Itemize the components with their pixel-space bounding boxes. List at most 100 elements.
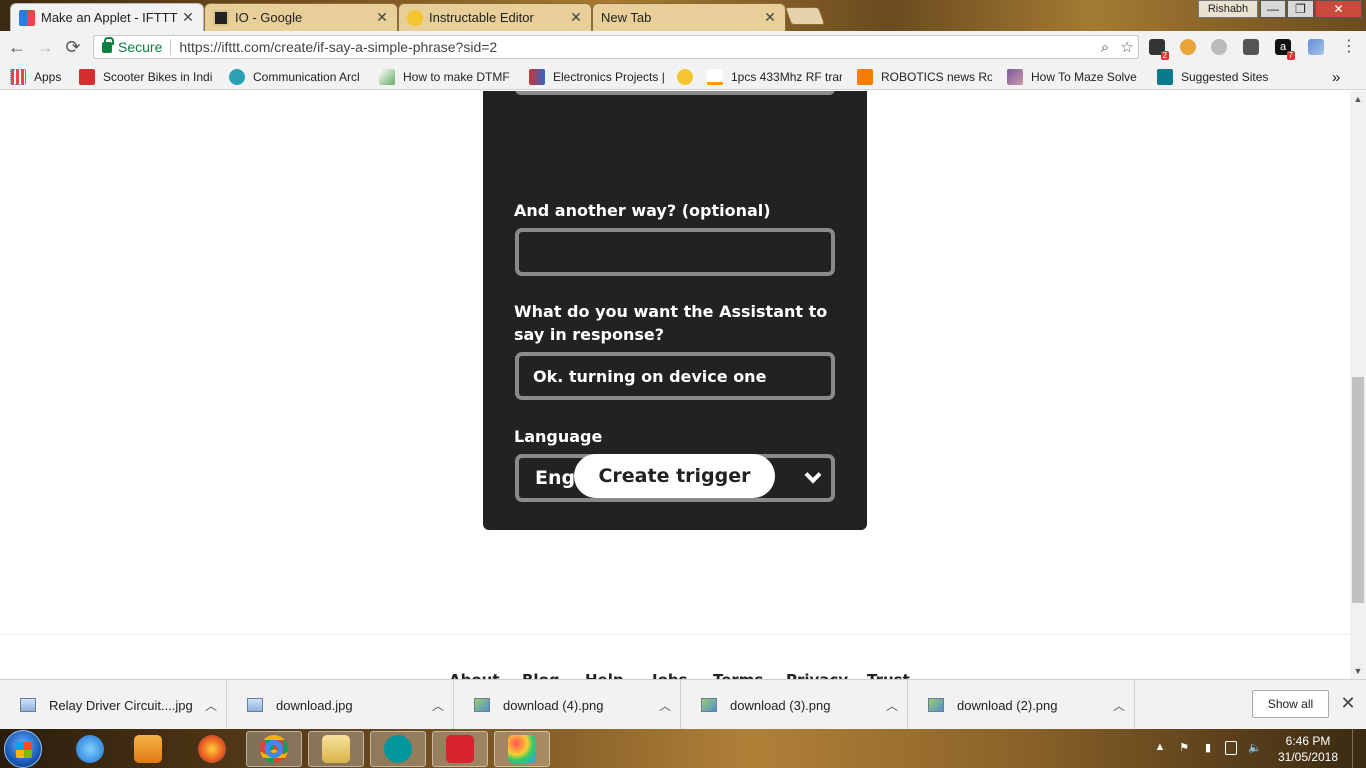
bookmark-suggested-sites[interactable]: Suggested Sites — [1157, 68, 1282, 86]
alt-phrase-label: And another way? (optional) — [514, 201, 771, 220]
extension-orange-icon[interactable] — [1180, 39, 1196, 55]
taskbar-paint[interactable] — [494, 731, 550, 767]
bookmark-label: Suggested Sites — [1181, 70, 1269, 84]
alt-phrase-input[interactable] — [515, 228, 835, 276]
new-tab-button[interactable] — [784, 7, 826, 25]
tab-title: Instructable Editor — [429, 10, 534, 25]
bookmark-scooter-bikes[interactable]: Scooter Bikes in Indi — [79, 68, 214, 86]
chevron-up-icon[interactable]: ︿ — [196, 697, 226, 714]
chevron-up-icon[interactable]: ︿ — [1104, 697, 1134, 714]
footer-link-privacy[interactable]: Privacy — [786, 671, 848, 679]
window-close-button[interactable]: ✕ — [1315, 0, 1362, 18]
bookmark-favicon-icon — [1007, 69, 1023, 85]
chevron-up-icon[interactable]: ︿ — [423, 697, 453, 714]
lock-icon — [102, 36, 114, 53]
back-arrow-icon[interactable]: ← — [6, 36, 28, 58]
zoom-icon[interactable]: ⌕ — [1094, 39, 1116, 56]
tab-close-icon[interactable]: ✕ — [181, 9, 195, 26]
bookmark-maze-solve[interactable]: How To Maze Solve — [1007, 68, 1142, 86]
scroll-down-icon[interactable]: ▼ — [1350, 663, 1366, 679]
start-button[interactable] — [4, 730, 42, 768]
close-icon[interactable]: ✕ — [1338, 693, 1358, 714]
page-scrollbar[interactable]: ▲ ▼ — [1350, 91, 1366, 679]
taskbar-firefox[interactable] — [184, 731, 240, 767]
show-all-button[interactable]: Show all — [1252, 690, 1329, 718]
puzzle-extension-icon[interactable] — [1243, 39, 1259, 55]
action-center-flag-icon[interactable]: ⚑ — [1177, 741, 1191, 755]
footer-link-terms[interactable]: Terms — [713, 671, 763, 679]
profile-button[interactable]: Rishabh — [1198, 0, 1258, 18]
reload-icon[interactable]: ⟳ — [62, 36, 84, 58]
bookmark-label: Communication Arcl — [253, 70, 360, 84]
extension-icon[interactable]: 2 — [1149, 39, 1169, 60]
tab-close-icon[interactable]: ✕ — [375, 9, 389, 26]
instructables-robot-icon — [407, 9, 423, 26]
blogger-icon — [857, 69, 873, 85]
taskbar-media-player[interactable] — [120, 731, 176, 767]
taskbar-app-red[interactable] — [432, 731, 488, 767]
tab-make-an-applet[interactable]: Make an Applet - IFTTT ✕ — [10, 3, 204, 31]
taskbar-arduino[interactable] — [370, 731, 426, 767]
download-filename: download.jpg — [276, 697, 353, 713]
bookmarks-overflow-icon[interactable]: » — [1332, 68, 1348, 86]
forward-arrow-icon[interactable]: → — [34, 36, 56, 58]
footer-link-blog[interactable]: Blog — [522, 671, 560, 679]
bookmark-dtmf[interactable]: How to make DTMF — [379, 68, 514, 86]
volume-icon[interactable]: 🔈 — [1248, 741, 1262, 755]
download-item[interactable]: download.jpg ︿ — [227, 680, 454, 730]
extension-blue-icon[interactable] — [1308, 39, 1324, 55]
bing-icon — [1157, 69, 1173, 85]
taskbar-chrome[interactable] — [246, 731, 302, 767]
system-clock[interactable]: 6:46 PM 31/05/2018 — [1272, 733, 1344, 765]
bookmark-communication[interactable]: Communication Arcl — [229, 68, 364, 86]
download-item[interactable]: Relay Driver Circuit....jpg ︿ — [0, 680, 227, 730]
previous-phrase-input[interactable] — [515, 91, 835, 95]
show-hidden-icons[interactable]: ▲ — [1153, 741, 1167, 755]
response-input[interactable]: Ok. turning on device one — [515, 352, 835, 400]
ifttt-favicon-icon — [19, 9, 35, 26]
download-item[interactable]: download (4).png ︿ — [454, 680, 681, 730]
download-item[interactable]: download (3).png ︿ — [681, 680, 908, 730]
maximize-button[interactable]: ❐ — [1287, 0, 1314, 18]
bookmark-label: Apps — [34, 70, 62, 84]
image-file-icon — [474, 698, 490, 712]
battery-icon[interactable] — [1225, 741, 1237, 755]
tab-close-icon[interactable]: ✕ — [569, 9, 583, 26]
bookmark-robotics-news[interactable]: ROBOTICS news Rob — [857, 68, 992, 86]
chrome-menu-icon[interactable]: ⋮ — [1338, 36, 1360, 58]
url-text[interactable]: https://ifttt.com/create/if-say-a-simple… — [179, 39, 1094, 55]
bookmark-apps[interactable]: Apps — [10, 68, 70, 86]
minimize-button[interactable]: — — [1260, 0, 1286, 18]
amazon-extension-icon[interactable]: a 7 — [1275, 39, 1295, 60]
chevron-up-icon[interactable]: ︿ — [877, 697, 907, 714]
footer-link-help[interactable]: Help — [585, 671, 624, 679]
chevron-up-icon[interactable]: ︿ — [650, 697, 680, 714]
show-desktop-button[interactable] — [1352, 729, 1366, 768]
tab-instructable-editor[interactable]: Instructable Editor ✕ — [398, 3, 592, 31]
tab-new-tab[interactable]: New Tab ✕ — [592, 3, 786, 31]
bookmark-instructables[interactable] — [677, 68, 701, 86]
arduino-icon — [384, 735, 412, 763]
tab-io-google[interactable]: IO - Google ✕ — [204, 3, 398, 31]
scroll-up-icon[interactable]: ▲ — [1350, 91, 1366, 107]
taskbar-explorer[interactable] — [308, 731, 364, 767]
address-bar[interactable]: Secure https://ifttt.com/create/if-say-a… — [93, 35, 1139, 59]
bookmark-433mhz[interactable]: 1pcs 433Mhz RF trar — [707, 68, 842, 86]
internet-explorer-icon — [76, 735, 104, 763]
media-player-icon — [134, 735, 162, 763]
network-signal-icon[interactable]: ▮ — [1201, 741, 1215, 755]
response-label: What do you want the Assistant to say in… — [514, 302, 828, 344]
skype-icon[interactable] — [1211, 39, 1227, 55]
tab-close-icon[interactable]: ✕ — [763, 9, 777, 26]
scrollbar-thumb[interactable] — [1352, 377, 1364, 603]
download-item[interactable]: download (2).png ︿ — [908, 680, 1135, 730]
create-trigger-button[interactable]: Create trigger — [574, 454, 775, 498]
footer-link-about[interactable]: About — [449, 671, 500, 679]
bookmark-star-icon[interactable]: ☆ — [1116, 38, 1138, 56]
bookmark-label: ROBOTICS news Rob — [881, 70, 992, 84]
bookmark-electronics[interactable]: Electronics Projects | — [529, 68, 664, 86]
language-label: Language — [514, 427, 603, 446]
taskbar-ie[interactable] — [62, 731, 118, 767]
footer-link-jobs[interactable]: Jobs — [652, 671, 688, 679]
footer-link-trust[interactable]: Trust — [867, 671, 910, 679]
